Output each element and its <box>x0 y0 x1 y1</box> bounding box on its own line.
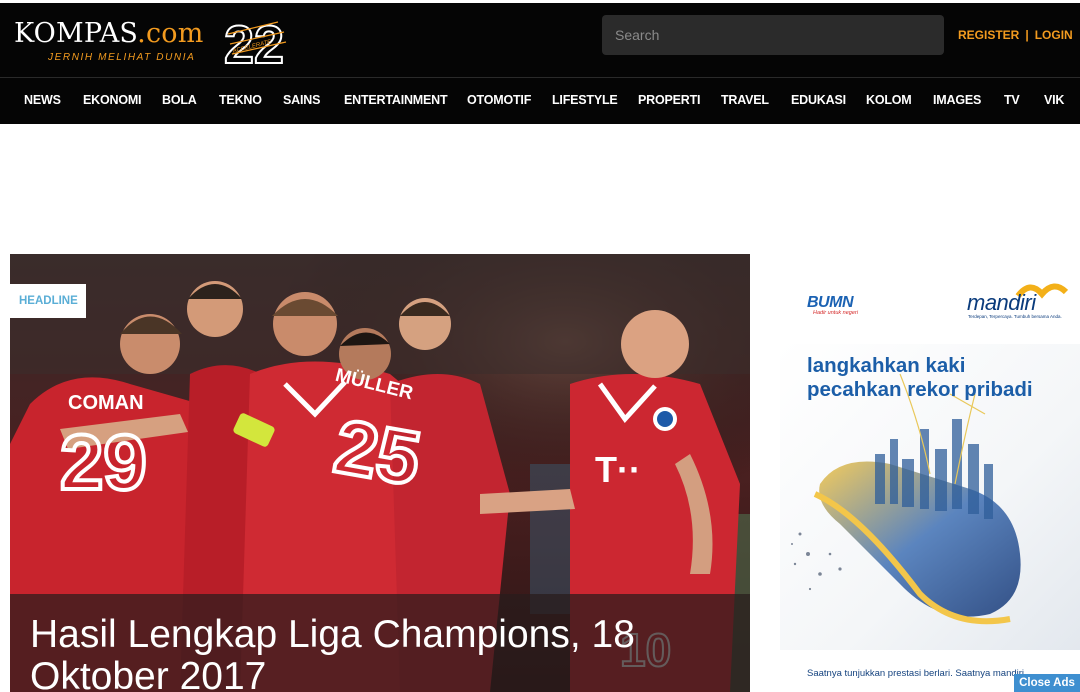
anniversary-22-emblem: 22 ACCELERATE <box>223 14 287 72</box>
nav-item-kolom[interactable]: KOLOM <box>866 93 912 107</box>
nav-item-entertainment[interactable]: ENTERTAINMENT <box>344 93 448 107</box>
nav-item-bola[interactable]: BOLA <box>162 93 197 107</box>
nav-item-edukasi[interactable]: EDUKASI <box>791 93 846 107</box>
headline-badge-label: HEADLINE <box>19 295 78 307</box>
jersey-sponsor: T·· <box>595 449 641 490</box>
nav-item-tekno[interactable]: TEKNO <box>219 93 262 107</box>
nav-item-properti[interactable]: PROPERTI <box>638 93 701 107</box>
headline-title[interactable]: Hasil Lengkap Liga Champions, 18 Oktober… <box>30 614 730 692</box>
site-header: KOMPAS.com JERNIH MELIHAT DUNIA 22 ACCEL… <box>0 0 1080 124</box>
auth-separator: | <box>1025 28 1029 42</box>
nav-item-ekonomi[interactable]: EKONOMI <box>83 93 142 107</box>
ad-headline-line2: pecahkan rekor pribadi <box>807 378 1033 401</box>
mandiri-logo: mandiri <box>967 290 1036 315</box>
headline-caption[interactable]: Hasil Lengkap Liga Champions, 18 Oktober… <box>10 594 750 692</box>
ad-headline-line1: langkahkan kaki <box>807 354 966 377</box>
headline-badge: HEADLINE <box>10 284 86 318</box>
main-navigation: NEWS EKONOMI BOLA TEKNO SAINS ENTERTAINM… <box>0 78 1080 124</box>
logo-wordmark: KOMPAS.com <box>14 18 204 49</box>
jersey-number-25: 25 <box>328 404 426 502</box>
jersey-name-coman: COMAN <box>68 392 144 414</box>
mandiri-advertisement[interactable]: BUMN Hadir untuk negeri mandiri Terdepan… <box>780 254 1080 692</box>
nav-item-travel[interactable]: TRAVEL <box>721 93 769 107</box>
search-input[interactable] <box>602 15 944 55</box>
mandiri-tagline: Terdepan, Terpercaya. Tumbuh bersama And… <box>968 314 1062 319</box>
ad-headline: langkahkan kaki pecahkan rekor pribadi <box>807 354 1033 402</box>
nav-item-images[interactable]: IMAGES <box>933 93 981 107</box>
nav-item-lifestyle[interactable]: LIFESTYLE <box>552 93 618 107</box>
login-link[interactable]: LOGIN <box>1035 28 1073 42</box>
ad-artwork <box>780 283 1080 650</box>
ad-footer-text: Saatnya tunjukkan prestasi berlari. Saat… <box>807 668 1027 679</box>
auth-links: REGISTER | LOGIN <box>958 28 1073 42</box>
kompas-logo[interactable]: KOMPAS.com JERNIH MELIHAT DUNIA 22 ACCEL… <box>14 14 294 72</box>
nav-item-news[interactable]: NEWS <box>24 93 61 107</box>
nav-item-otomotif[interactable]: OTOMOTIF <box>467 93 531 107</box>
close-ads-button[interactable]: Close Ads <box>1014 674 1080 692</box>
logo-tagline: JERNIH MELIHAT DUNIA <box>48 52 196 63</box>
register-link[interactable]: REGISTER <box>958 28 1019 42</box>
bumn-tagline: Hadir untuk negeri <box>813 310 858 316</box>
nav-item-sains[interactable]: SAINS <box>283 93 320 107</box>
jersey-number-29: 29 <box>60 418 147 506</box>
nav-item-tv[interactable]: TV <box>1004 93 1020 107</box>
nav-item-vik[interactable]: VIK <box>1044 93 1064 107</box>
